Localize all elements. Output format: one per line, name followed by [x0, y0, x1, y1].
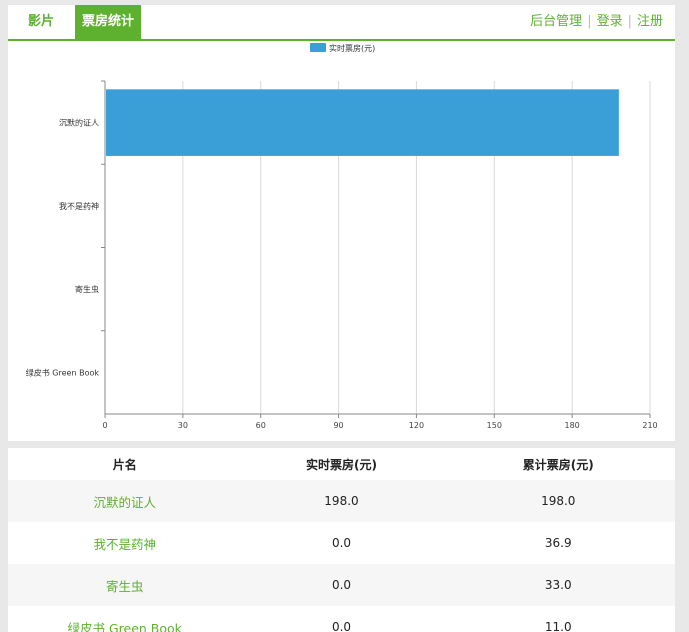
login-link[interactable]: 登录	[597, 14, 623, 29]
x-tick-label: 90	[333, 421, 343, 430]
user-links: 后台管理 | 登录 | 注册	[530, 5, 663, 39]
bar-0[interactable]	[106, 89, 619, 156]
x-tick-label: 180	[565, 421, 580, 430]
total-value: 33.0	[441, 564, 675, 606]
y-category-label: 我不是药神	[59, 201, 99, 211]
x-tick-label: 210	[642, 421, 657, 430]
x-tick-label: 120	[409, 421, 424, 430]
movie-name-link[interactable]: 寄生虫	[8, 564, 242, 606]
x-tick-label: 0	[102, 421, 107, 430]
section-gap	[0, 441, 689, 448]
box-office-chart: 实时票房(元) 0 30 60 90 120 150 180 210 沉默的证人我不是药神寄生虫…	[26, 43, 658, 430]
table-row: 我不是药神 0.0 36.9	[8, 522, 675, 564]
realtime-value: 0.0	[331, 536, 352, 550]
x-tick-label: 60	[256, 421, 266, 430]
register-link[interactable]: 注册	[637, 14, 663, 29]
admin-link[interactable]: 后台管理	[530, 14, 582, 29]
x-tick-label: 30	[178, 421, 188, 430]
chart-container: 实时票房(元) 0 30 60 90 120 150 180 210 沉默的证人我不是药神寄生虫…	[8, 41, 675, 442]
table-header-row: 片名 实时票房(元) 累计票房(元)	[8, 448, 675, 480]
x-tick-label: 150	[487, 421, 502, 430]
header-realtime: 实时票房(元)	[305, 457, 377, 472]
total-value: 36.9	[544, 536, 572, 550]
y-category-label: 沉默的证人	[59, 118, 99, 128]
table-row: 寄生虫 0.0 33.0	[8, 564, 675, 606]
total-value: 11.0	[544, 620, 572, 632]
chart-legend[interactable]: 实时票房(元)	[310, 43, 375, 53]
legend-label: 实时票房(元)	[329, 43, 375, 53]
movie-name-link[interactable]: 我不是药神	[8, 522, 241, 564]
legend-swatch	[310, 43, 326, 52]
y-category-label: 寄生虫	[75, 284, 99, 294]
tab-boxoffice[interactable]: 票房统计	[75, 5, 141, 39]
header-total: 累计票房(元)	[522, 457, 594, 472]
nav-separator: |	[587, 14, 592, 29]
top-nav: 影片 票房统计 后台管理 | 登录 | 注册	[8, 5, 675, 41]
total-value: 198.0	[441, 480, 675, 522]
realtime-value: 0.0	[241, 564, 442, 606]
nav-separator: |	[627, 14, 632, 29]
table-row: 沉默的证人 198.0 198.0	[8, 480, 675, 522]
y-category-label: 绿皮书 Green Book	[26, 367, 100, 377]
tab-movies[interactable]: 影片	[18, 5, 64, 39]
table-row: 绿皮书 Green Book 0.0 11.0	[8, 606, 675, 632]
movie-name-link[interactable]: 绿皮书 Green Book	[8, 606, 241, 632]
header-title: 片名	[112, 457, 137, 472]
realtime-value: 0.0	[331, 620, 352, 632]
realtime-value: 198.0	[241, 480, 442, 522]
movie-name-link[interactable]: 沉默的证人	[8, 480, 242, 522]
box-office-table: 片名 实时票房(元) 累计票房(元) 沉默的证人 198.0 198.0 我不是…	[8, 448, 675, 632]
scroll-gutter	[675, 0, 689, 632]
